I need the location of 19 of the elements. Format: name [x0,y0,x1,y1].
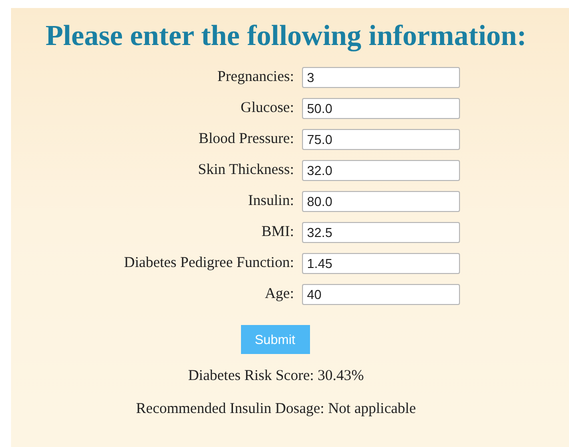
input-field[interactable]: 3 [302,67,460,88]
input-field[interactable]: 32.0 [302,160,460,181]
field-label: Age: [264,286,294,303]
field-label: Skin Thickness: [197,162,294,179]
input-field[interactable]: 1.45 [302,253,460,274]
field-label: BMI: [260,224,294,241]
field-label: Pregnancies: [216,69,294,86]
input-field[interactable]: 75.0 [302,129,460,150]
input-field[interactable]: 80.0 [302,191,460,212]
field-label: Glucose: [240,100,294,117]
result-text: Recommended Insulin Dosage: Not applicable [136,401,416,418]
field-label: Blood Pressure: [198,131,294,148]
input-field[interactable]: 50.0 [302,98,460,119]
result-text: Diabetes Risk Score: 30.43% [188,368,364,385]
input-field[interactable]: 40 [302,284,460,305]
input-field[interactable]: 32.5 [302,222,460,243]
field-label: Insulin: [247,193,294,210]
form-heading: Please enter the following information: [45,20,527,53]
field-label: Diabetes Pedigree Function: [123,255,294,272]
